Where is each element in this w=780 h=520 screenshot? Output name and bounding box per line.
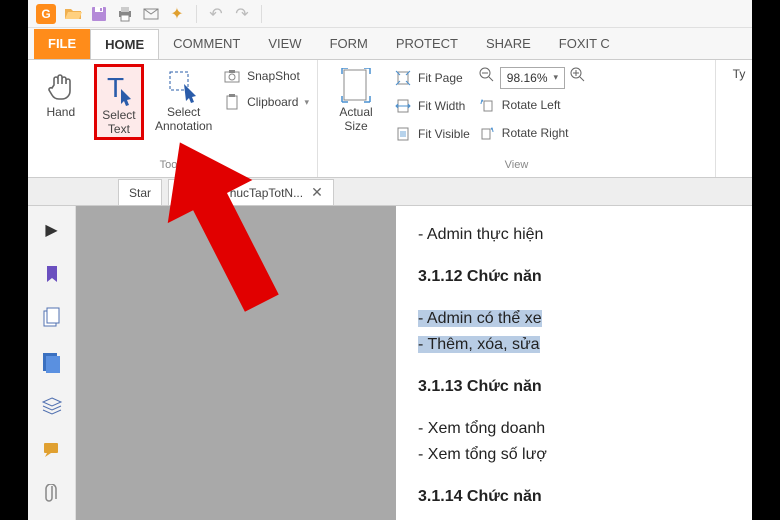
hand-icon	[43, 68, 79, 104]
ribbon-tabs: FILE HOME COMMENT VIEW FORM PROTECT SHAR…	[28, 28, 752, 60]
select-annotation-button[interactable]: Select Annotation	[152, 64, 215, 140]
tab-home[interactable]: HOME	[90, 29, 159, 59]
fit-page-label: Fit Page	[418, 71, 463, 85]
fit-width-label: Fit Width	[418, 99, 465, 113]
rotate-left-label: Rotate Left	[502, 98, 561, 112]
fit-visible-icon	[394, 125, 412, 143]
tab-file[interactable]: FILE	[34, 29, 90, 59]
pages-icon[interactable]	[38, 304, 66, 332]
fit-page-icon	[394, 69, 412, 87]
select-annotation-icon	[166, 68, 202, 104]
clipboard-button[interactable]: Clipboard ▾	[223, 90, 309, 114]
tab-form[interactable]: FORM	[316, 29, 382, 59]
bookmark-icon[interactable]	[38, 260, 66, 288]
snapshot-button[interactable]: SnapShot	[223, 64, 309, 88]
select-text-icon: T	[101, 71, 137, 107]
fit-page-button[interactable]: Fit Page	[394, 66, 470, 90]
select-annotation-label: Select Annotation	[155, 106, 212, 134]
page-line: - Xem tổng doanh	[418, 420, 730, 438]
undo-icon[interactable]: ↶	[207, 5, 225, 23]
document-tabs: Star BaoCaoThucTapTotN... ✕	[28, 178, 752, 206]
tab-foxit-cloud[interactable]: FOXIT C	[545, 29, 624, 59]
document-viewport[interactable]: - Admin thực hiện 3.1.12 Chức năn - Admi…	[76, 206, 752, 520]
fit-width-button[interactable]: Fit Width	[394, 94, 470, 118]
expand-icon[interactable]: ▶	[38, 216, 66, 244]
print-icon[interactable]	[116, 5, 134, 23]
snapshot-label: SnapShot	[247, 69, 300, 83]
save-icon[interactable]	[90, 5, 108, 23]
page-heading: 3.1.13 Chức năn	[418, 378, 730, 396]
clipboard-icon	[223, 93, 241, 111]
thumbnails-icon[interactable]	[38, 348, 66, 376]
view-group-label: View	[326, 159, 707, 173]
comments-icon[interactable]	[38, 436, 66, 464]
tab-protect[interactable]: PROTECT	[382, 29, 472, 59]
doc-tab-start[interactable]: Star	[118, 179, 162, 205]
clipboard-label: Clipboard	[247, 95, 298, 109]
app-icon: G	[36, 4, 56, 24]
tab-view[interactable]: VIEW	[254, 29, 315, 59]
tab-comment[interactable]: COMMENT	[159, 29, 254, 59]
new-icon[interactable]: ✦	[168, 5, 186, 23]
typewriter-label: Ty	[733, 68, 746, 82]
actual-size-button[interactable]: Actual Size	[326, 64, 386, 134]
hand-label: Hand	[46, 106, 75, 120]
zoom-value: 98.16%	[507, 71, 548, 85]
fit-visible-label: Fit Visible	[418, 127, 470, 141]
zoom-in-icon[interactable]	[569, 66, 587, 89]
close-icon[interactable]: ✕	[311, 184, 323, 201]
hand-button[interactable]: Hand	[36, 64, 86, 140]
layers-icon[interactable]	[38, 392, 66, 420]
fit-visible-button[interactable]: Fit Visible	[394, 122, 470, 146]
quick-access-toolbar: G ✦ ↶ ↷	[28, 0, 752, 28]
page-heading: 3.1.14 Chức năn	[418, 488, 730, 506]
page-line: - Admin có thể xe	[418, 310, 730, 328]
camera-icon	[223, 67, 241, 85]
doc-tab-start-label: Star	[129, 186, 151, 200]
actual-size-label: Actual Size	[339, 106, 372, 134]
rotate-left-icon	[478, 96, 496, 114]
chevron-down-icon: ▾	[304, 97, 309, 108]
chevron-down-icon: ▾	[554, 72, 559, 83]
tools-group-label: Tools	[36, 159, 309, 173]
attachments-icon[interactable]	[38, 480, 66, 508]
doc-tab-baocao[interactable]: BaoCaoThucTapTotN... ✕	[168, 179, 334, 205]
page-line: - Thêm, xóa, sửa	[418, 336, 730, 354]
select-text-button[interactable]: T Select Text	[94, 64, 145, 140]
rotate-right-icon	[478, 124, 496, 142]
zoom-combo[interactable]: 98.16% ▾	[500, 67, 565, 89]
page-icon	[338, 68, 374, 104]
page-line: - Admin thực hiện	[418, 226, 730, 244]
ribbon: Hand T Select Text Select Annotation Sna…	[28, 60, 752, 178]
typewriter-button[interactable]: Ty	[724, 64, 752, 82]
nav-pane: ▶	[28, 206, 76, 520]
page-line: - Xem tổng số lượ	[418, 446, 730, 464]
open-icon[interactable]	[64, 5, 82, 23]
pdf-page: - Admin thực hiện 3.1.12 Chức năn - Admi…	[396, 206, 752, 520]
tab-share[interactable]: SHARE	[472, 29, 545, 59]
rotate-right-label: Rotate Right	[502, 126, 569, 140]
email-icon[interactable]	[142, 5, 160, 23]
rotate-left-button[interactable]: Rotate Left	[478, 93, 587, 117]
rotate-right-button[interactable]: Rotate Right	[478, 121, 587, 145]
doc-tab-baocao-label: BaoCaoThucTapTotN...	[179, 186, 303, 200]
zoom-out-icon[interactable]	[478, 66, 496, 89]
redo-icon[interactable]: ↷	[233, 5, 251, 23]
select-text-label: Select Text	[102, 109, 135, 137]
fit-width-icon	[394, 97, 412, 115]
page-heading: 3.1.12 Chức năn	[418, 268, 730, 286]
